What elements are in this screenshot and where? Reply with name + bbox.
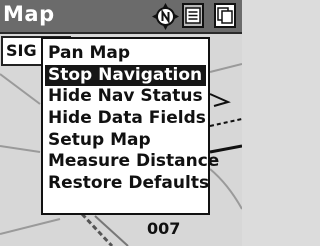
menu-item-stop-navigation[interactable]: Stop Navigation: [45, 64, 206, 87]
menu-item-restore-defaults[interactable]: Restore Defaults: [43, 173, 209, 195]
menu-list-icon: [185, 7, 201, 24]
data-field-label: SIG: [6, 41, 37, 60]
menu-button[interactable]: [182, 3, 204, 28]
gps-map-screen: Map SIG 007 Pan Map Stop Navigation Hide…: [0, 0, 242, 246]
pages-button[interactable]: [214, 3, 236, 28]
page-title: Map: [3, 2, 55, 26]
menu-item-setup-map[interactable]: Setup Map: [43, 130, 208, 152]
menu-item-hide-nav-status[interactable]: Hide Nav Status: [43, 86, 208, 108]
route-label: 007: [147, 219, 181, 238]
title-bar: Map: [0, 0, 242, 34]
menu-item-pan-map[interactable]: Pan Map: [43, 43, 208, 65]
menu-item-measure-distance[interactable]: Measure Distance: [43, 151, 219, 173]
pages-icon: [217, 7, 233, 24]
north-up-icon[interactable]: [152, 3, 179, 30]
menu-item-hide-data-fields[interactable]: Hide Data Fields: [43, 108, 208, 130]
map-options-menu: Pan Map Stop Navigation Hide Nav Status …: [41, 37, 219, 215]
